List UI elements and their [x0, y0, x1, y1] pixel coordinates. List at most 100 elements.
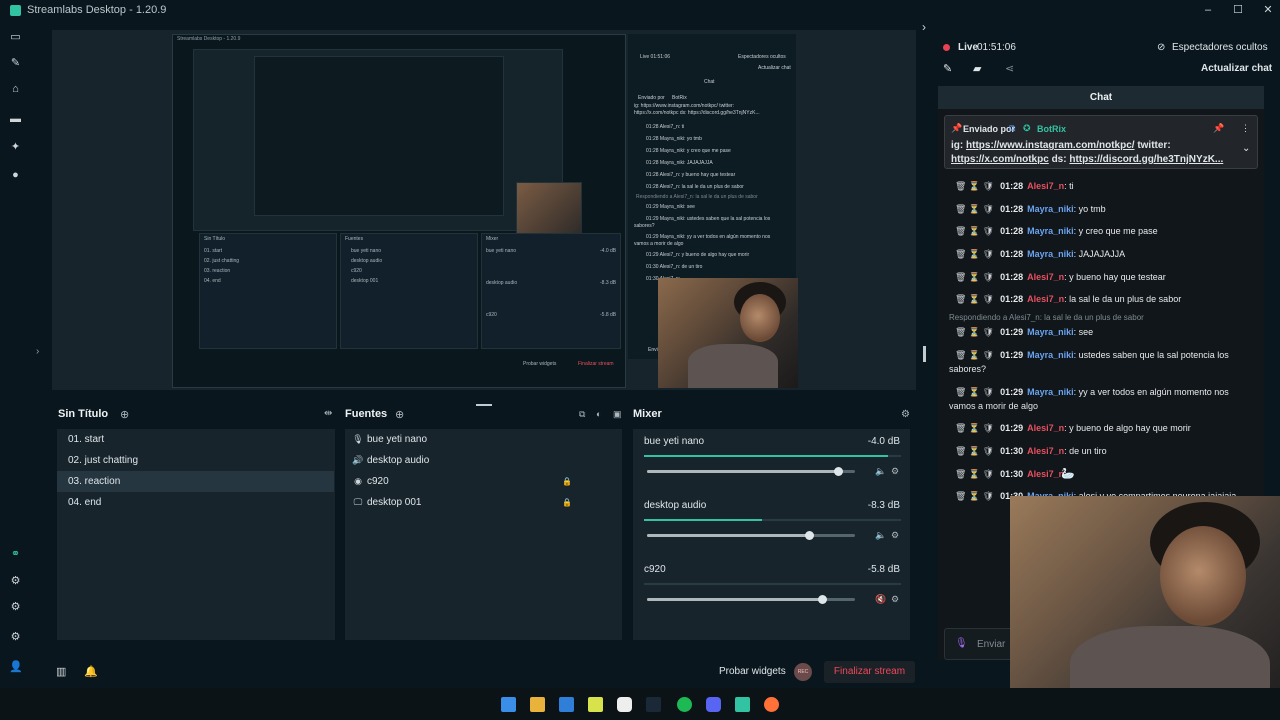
message-action-icons[interactable]: 🗑 ⏳ 🛡: [955, 294, 994, 304]
message-user[interactable]: Mayra_niki: [1027, 249, 1074, 259]
source-folder-icon[interactable]: ▣: [613, 409, 622, 420]
cloudbot-icon[interactable]: ⚙: [9, 601, 22, 614]
settings-icon[interactable]: ⚙: [9, 631, 22, 644]
record-button[interactable]: REC: [794, 663, 812, 681]
channel-settings-icon[interactable]: ⚙: [891, 530, 899, 541]
source-item[interactable]: 🎙 bue yeti nano: [345, 429, 621, 450]
record-icon[interactable]: ●: [9, 169, 22, 182]
scene-transitions-icon[interactable]: ⇹: [324, 408, 332, 419]
message-action-icons[interactable]: 🗑 ⏳ 🛡: [955, 350, 994, 360]
discord-icon[interactable]: [706, 697, 721, 712]
message-user[interactable]: Alesi7_n: [1027, 423, 1064, 433]
editor-icon[interactable]: ▭: [9, 31, 22, 44]
channel-settings-icon[interactable]: ⚙: [891, 466, 899, 477]
message-user[interactable]: Mayra_niki: [1027, 226, 1074, 236]
clips-icon[interactable]: ▰: [973, 62, 981, 75]
themes-icon[interactable]: ✎: [9, 57, 22, 70]
more-options-icon[interactable]: ⋮: [1241, 123, 1250, 134]
dock-resize-handle[interactable]: [923, 346, 926, 362]
add-scene-icon[interactable]: ⊕: [120, 408, 129, 421]
scene-item[interactable]: 02. just chatting: [57, 450, 334, 471]
source-selection-icon[interactable]: ⧉: [579, 409, 585, 420]
volume-slider-knob[interactable]: [817, 595, 827, 604]
expand-pinned-icon[interactable]: ⌄: [1242, 143, 1250, 154]
volume-slider[interactable]: [647, 595, 855, 604]
add-source-icon[interactable]: ⊕: [395, 408, 404, 421]
source-item[interactable]: 🖵 desktop 001 🔒: [345, 492, 621, 513]
test-widgets-button[interactable]: Probar widgets: [719, 666, 786, 677]
source-audio-icon[interactable]: ◐: [596, 409, 601, 419]
message-action-icons[interactable]: 🗑 ⏳ 🛡: [955, 204, 994, 214]
message-action-icons[interactable]: 🗑 ⏳ 🛡: [955, 226, 994, 236]
pinned-link[interactable]: https://x.com/notkpc: [951, 154, 1049, 165]
lock-icon[interactable]: 🔒: [562, 492, 572, 513]
volume-slider[interactable]: [647, 531, 855, 540]
volume-slider[interactable]: [647, 467, 855, 476]
highlighter-icon[interactable]: ▬: [9, 113, 22, 126]
scene-item[interactable]: 01. start: [57, 429, 334, 450]
message-action-icons[interactable]: 🗑 ⏳ 🛡: [955, 423, 994, 433]
panel-resize-handle[interactable]: [476, 404, 492, 406]
message-user[interactable]: Mayra_niki: [1027, 204, 1074, 214]
source-item[interactable]: ◉ c920 🔒: [345, 471, 621, 492]
message-action-icons[interactable]: 🗑 ⏳ 🛡: [955, 249, 994, 259]
profile-icon[interactable]: 👤: [9, 661, 23, 674]
integrations-icon[interactable]: ⚭: [9, 548, 22, 561]
steam-icon[interactable]: [646, 697, 661, 712]
share-icon[interactable]: ⋖: [1005, 62, 1014, 75]
scene-item-selected[interactable]: 03. reaction: [57, 471, 334, 492]
pinned-link[interactable]: https://www.instagram.com/notkpc/: [966, 140, 1135, 151]
message-user[interactable]: Alesi7_n: [1027, 272, 1064, 282]
capcut-icon[interactable]: [617, 697, 632, 712]
speaker-mute-icon[interactable]: 🔈: [875, 466, 886, 477]
message-user[interactable]: Alesi7_n: [1027, 469, 1064, 479]
message-user[interactable]: Mayra_niki: [1027, 350, 1074, 360]
message-action-icons[interactable]: 🗑 ⏳ 🛡: [955, 469, 994, 479]
file-explorer-icon[interactable]: [530, 697, 545, 712]
message-action-icons[interactable]: 🗑 ⏳ 🛡: [955, 272, 994, 282]
message-user[interactable]: Alesi7_n: [1027, 446, 1064, 456]
source-item[interactable]: 🔊 desktop audio: [345, 450, 621, 471]
message-action-icons[interactable]: 🗑 ⏳ 🛡: [955, 181, 994, 191]
livesplit-icon[interactable]: [588, 697, 603, 712]
speaker-muted-icon[interactable]: 🔇: [875, 594, 886, 605]
message-user[interactable]: Mayra_niki: [1027, 387, 1074, 397]
message-user[interactable]: Mayra_niki: [1027, 327, 1074, 337]
message-action-icons[interactable]: 🗑 ⏳ 🛡: [955, 446, 994, 456]
firefox-icon[interactable]: [764, 697, 779, 712]
viewers-hidden-toggle[interactable]: Espectadores ocultos: [1172, 42, 1268, 53]
spotify-icon[interactable]: [677, 697, 692, 712]
chat-input[interactable]: 🎙 Enviar: [944, 628, 1014, 660]
message-user[interactable]: Alesi7_n: [1027, 294, 1064, 304]
channel-settings-icon[interactable]: ⚙: [891, 594, 899, 605]
performance-stats-icon[interactable]: ▥: [56, 665, 66, 678]
mixer-settings-icon[interactable]: ⚙: [901, 409, 910, 420]
speaker-mute-icon[interactable]: 🔈: [875, 530, 886, 541]
close-button[interactable]: ✕: [1256, 0, 1280, 20]
scene-item[interactable]: 04. end: [57, 492, 334, 513]
message-user[interactable]: Alesi7_n: [1027, 181, 1064, 191]
streamlabs-icon[interactable]: [735, 697, 750, 712]
refresh-chat-button[interactable]: Actualizar chat: [1201, 63, 1272, 74]
app-store-icon[interactable]: ⌂: [9, 83, 22, 96]
message-action-icons[interactable]: 🗑 ⏳ 🛡: [955, 327, 994, 337]
message-action-icons[interactable]: 🗑 ⏳ 🛡: [955, 387, 994, 397]
windows-start-icon[interactable]: [501, 697, 516, 712]
tools-icon[interactable]: ✦: [9, 141, 22, 154]
unpin-icon[interactable]: 📌: [1213, 123, 1224, 134]
volume-slider-knob[interactable]: [834, 467, 844, 476]
eye-slash-icon[interactable]: ⊘: [1157, 42, 1165, 53]
pinned-link[interactable]: https://discord.gg/he3TnjNYzK...: [1069, 154, 1223, 165]
maximize-button[interactable]: ☐: [1226, 0, 1250, 20]
end-stream-button[interactable]: Finalizar stream: [824, 661, 915, 683]
message-action-icons[interactable]: 🗑 ⏳ 🛡: [955, 491, 994, 501]
volume-slider-knob[interactable]: [805, 531, 815, 540]
lock-icon[interactable]: 🔒: [562, 471, 572, 492]
dashboard-icon[interactable]: ⚙: [9, 575, 22, 588]
collapse-right-icon[interactable]: ›: [922, 20, 926, 34]
expand-left-icon[interactable]: ›: [36, 346, 39, 357]
edit-stream-info-icon[interactable]: ✎: [943, 62, 952, 75]
minimize-button[interactable]: –: [1196, 0, 1220, 20]
vscode-icon[interactable]: [559, 697, 574, 712]
notifications-bell-icon[interactable]: 🔔: [84, 665, 98, 678]
